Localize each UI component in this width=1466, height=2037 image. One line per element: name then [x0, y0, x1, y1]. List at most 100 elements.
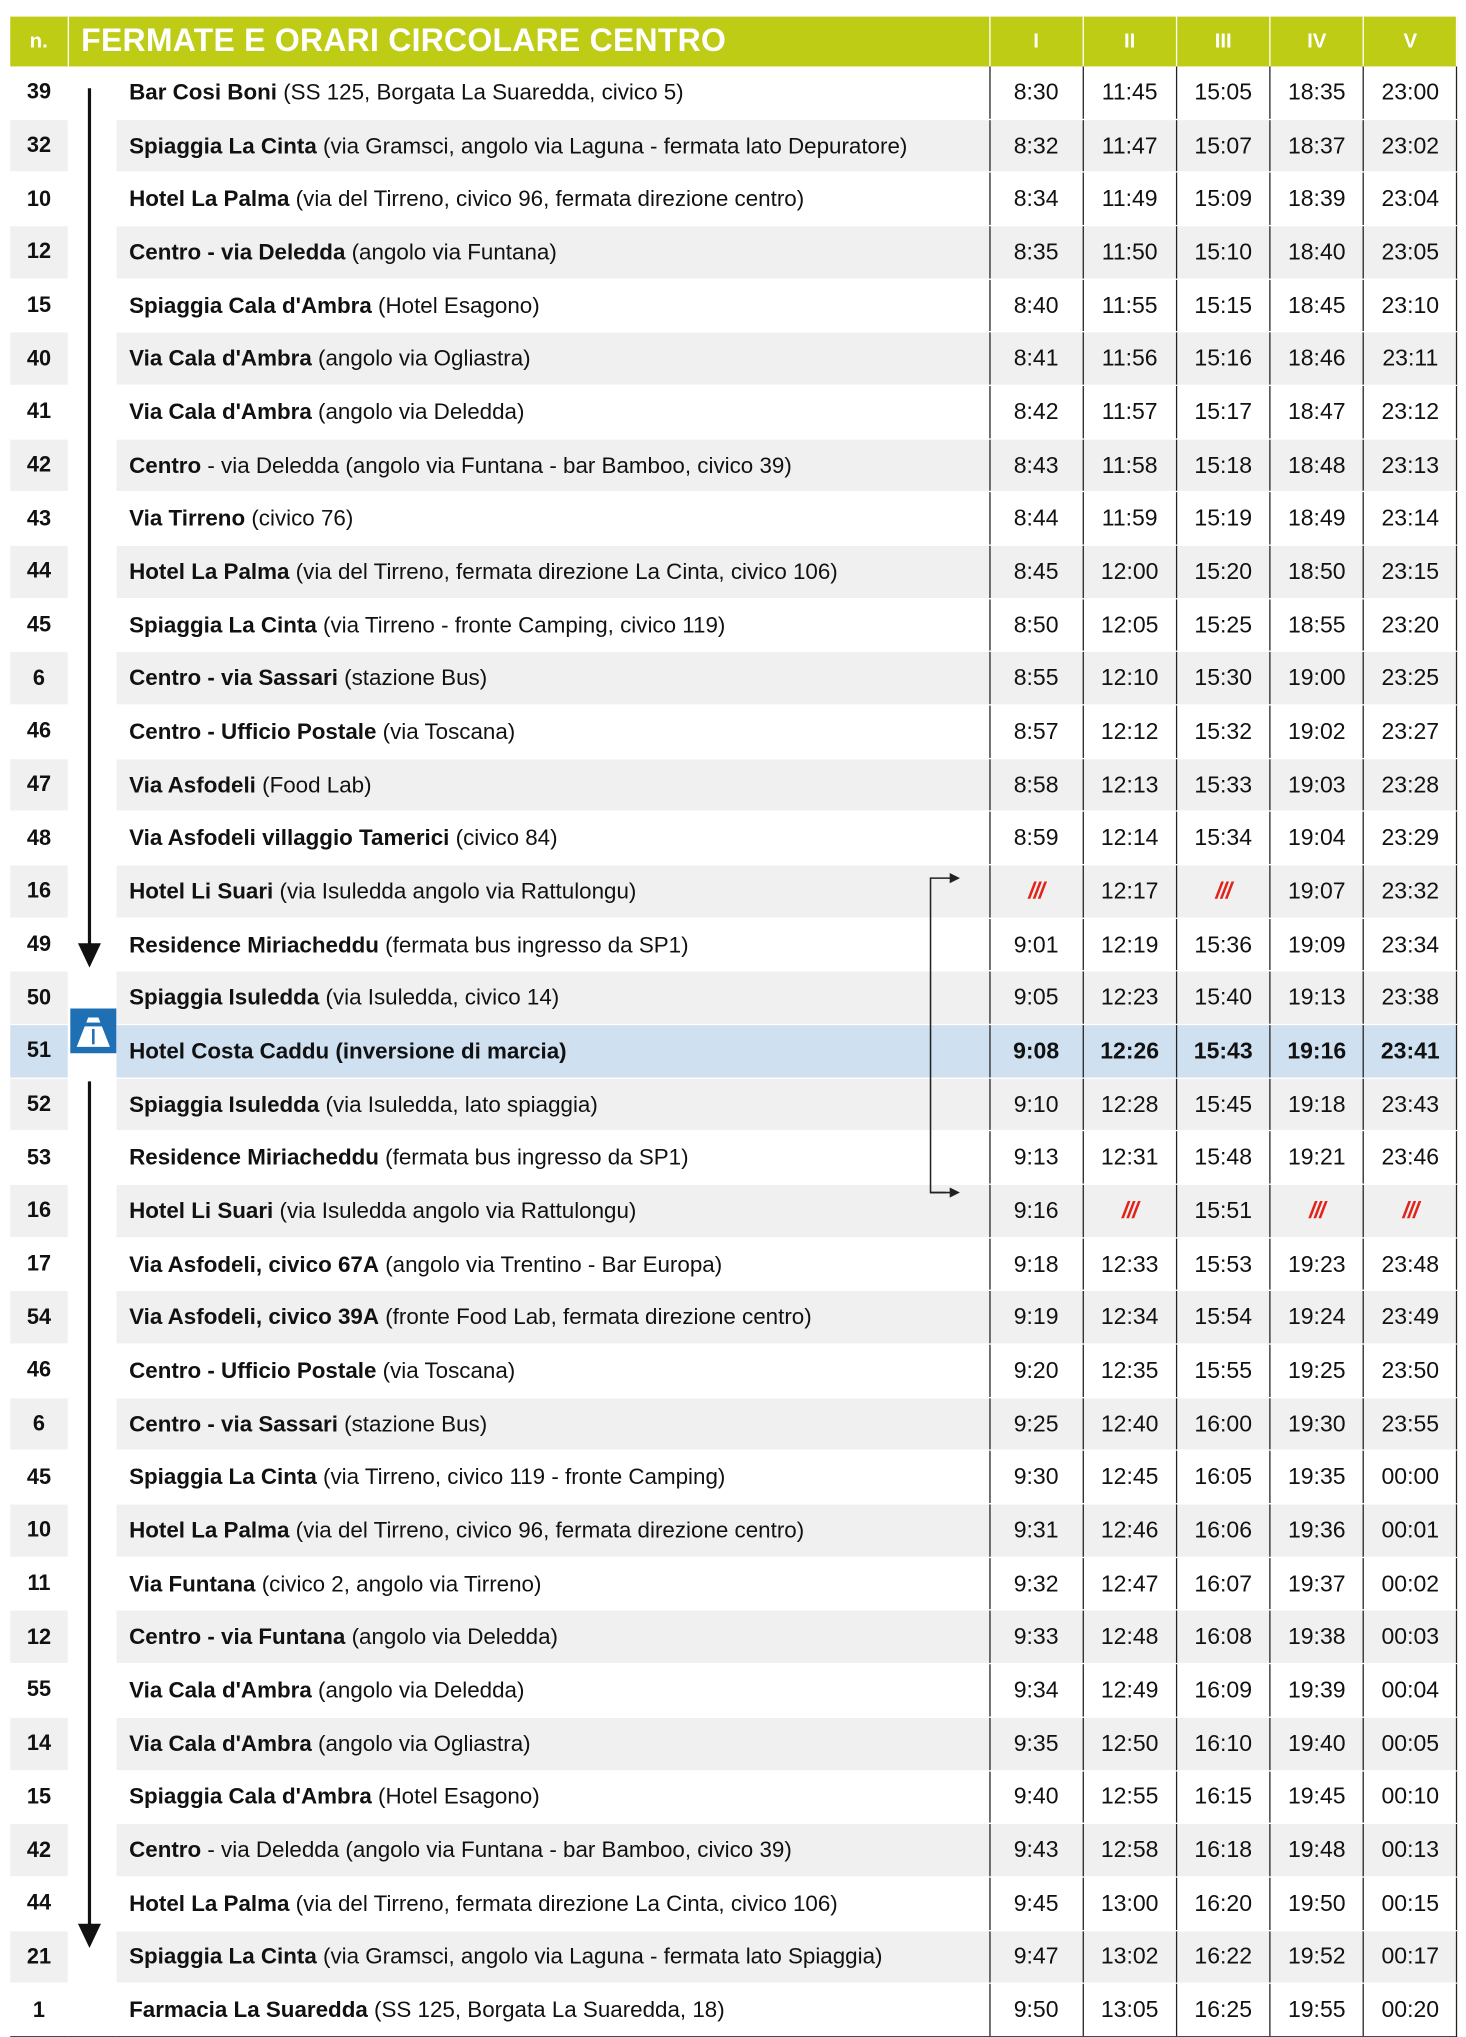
- table-row: 15 Spiaggia Cala d'Ambra (Hotel Esagono) 9…: [10, 1770, 1458, 1825]
- stop-number: 52: [10, 1077, 68, 1132]
- skipped-time: ///: [1269, 1184, 1364, 1239]
- departure-time: 15:20: [1175, 545, 1270, 600]
- departure-time: 15:55: [1175, 1344, 1270, 1399]
- table-row: 50 Spiaggia Isuledda (via Isuledda, civic…: [10, 971, 1458, 1026]
- header-run-3: III: [1176, 16, 1271, 67]
- stop-detail: (angolo via Deledda): [311, 1676, 525, 1703]
- stop-detail: (angolo via Deledda): [345, 1623, 558, 1650]
- stop-number: 16: [10, 1184, 68, 1239]
- stop-name: Hotel Li Suari: [129, 878, 274, 904]
- header-run-5: V: [1363, 16, 1458, 67]
- departure-time: 15:43: [1175, 1024, 1270, 1079]
- stop-name: Hotel La Palma: [129, 558, 290, 584]
- departure-time: 15:10: [1175, 225, 1270, 280]
- departure-time: 15:48: [1175, 1131, 1270, 1186]
- stop-name-cell: Bar Cosi Boni (SS 125, Borgata La Suared…: [116, 66, 990, 120]
- departure-time: 9:19: [988, 1290, 1083, 1345]
- stop-name-cell: Hotel La Palma (via del Tirreno, fermata…: [116, 545, 990, 600]
- stop-name: Hotel Costa Caddu (inversione di marcia): [129, 1037, 567, 1064]
- timetable-body: 39 Bar Cosi Boni (SS 125, Borgata La Suar…: [10, 66, 1458, 2037]
- departure-time: 13:05: [1082, 1983, 1177, 2037]
- stop-number: 48: [10, 811, 68, 866]
- departure-time: 8:32: [988, 119, 1083, 173]
- stop-detail: (via del Tirreno, fermata direzione La C…: [289, 1890, 838, 1916]
- departure-time: 19:24: [1269, 1290, 1364, 1345]
- stop-number: 44: [10, 1876, 68, 1931]
- departure-time: 00:04: [1362, 1663, 1458, 1718]
- header-stop-number: n.: [10, 16, 69, 67]
- departure-time: 23:49: [1362, 1290, 1458, 1345]
- departure-time: 9:31: [988, 1503, 1083, 1558]
- stop-name-cell: Centro - via Sassari (stazione Bus): [116, 1397, 990, 1452]
- route-indicator-cell: [67, 1610, 117, 1665]
- departure-time: 19:50: [1269, 1876, 1364, 1931]
- table-row: 10 Hotel La Palma (via del Tirreno, civic…: [10, 1503, 1458, 1558]
- stop-name: Hotel La Palma: [129, 185, 290, 212]
- stop-name: Spiaggia Isuledda: [129, 984, 320, 1011]
- table-row: 43 Via Tirreno (civico 76) 8:44 11:59 15:19 1…: [10, 491, 1458, 546]
- departure-time: 12:47: [1082, 1557, 1177, 1612]
- departure-time: 00:01: [1362, 1503, 1458, 1558]
- stop-number: 15: [10, 278, 68, 333]
- stop-detail: (via Gramsci, angolo via Laguna - fermat…: [316, 132, 908, 158]
- stop-name: Centro - via Deledda: [129, 238, 346, 265]
- stop-name: Spiaggia Cala d'Ambra: [129, 292, 372, 318]
- stop-name-cell: Hotel Costa Caddu (inversione di marcia): [116, 1024, 990, 1079]
- stop-name-cell: Via Tirreno (civico 76): [116, 491, 990, 546]
- departure-time: 19:00: [1269, 651, 1364, 706]
- stop-detail: (civico 84): [449, 824, 558, 851]
- table-row: 46 Centro - Ufficio Postale (via Toscana)…: [10, 1344, 1458, 1399]
- table-row: 47 Via Asfodeli (Food Lab) 8:58 12:13 15:33 1…: [10, 758, 1458, 813]
- table-row: 45 Spiaggia La Cinta (via Tirreno - front…: [10, 598, 1458, 653]
- stop-detail: (fermata bus ingresso da SP1): [378, 1144, 689, 1170]
- departure-time: 23:25: [1362, 651, 1458, 706]
- stop-number: 15: [10, 1770, 68, 1825]
- stop-name-cell: Spiaggia Cala d'Ambra (Hotel Esagono): [116, 278, 990, 333]
- stop-name-cell: Via Cala d'Ambra (angolo via Deledda): [116, 1663, 990, 1718]
- table-row: 14 Via Cala d'Ambra (angolo via Ogliastra…: [10, 1717, 1458, 1771]
- departure-time: 15:34: [1175, 811, 1270, 866]
- departure-time: 11:59: [1082, 491, 1177, 546]
- departure-time: 12:17: [1082, 864, 1177, 919]
- departure-time: 00:13: [1362, 1823, 1458, 1878]
- skipped-time: ///: [1082, 1184, 1177, 1239]
- departure-time: 16:00: [1175, 1397, 1270, 1452]
- departure-time: 23:14: [1362, 491, 1458, 546]
- departure-time: 18:47: [1269, 385, 1364, 440]
- departure-time: 12:45: [1082, 1450, 1177, 1505]
- table-row: 11 Via Funtana (civico 2, angolo via Tirr…: [10, 1557, 1458, 1612]
- departure-time: 12:58: [1082, 1823, 1177, 1878]
- stop-detail: (angolo via Funtana): [345, 238, 557, 265]
- table-row: 6 Centro - via Sassari (stazione Bus) 8:55…: [10, 651, 1458, 706]
- table-row: 16 Hotel Li Suari (via Isuledda angolo vi…: [10, 864, 1458, 919]
- departure-time: 11:58: [1082, 438, 1177, 493]
- table-row: 15 Spiaggia Cala d'Ambra (Hotel Esagono) 8…: [10, 278, 1458, 333]
- departure-time: 19:38: [1269, 1610, 1364, 1665]
- route-indicator-cell: [67, 1450, 117, 1505]
- departure-time: 19:35: [1269, 1450, 1364, 1505]
- departure-time: 19:25: [1269, 1344, 1364, 1399]
- departure-time: 15:19: [1175, 491, 1270, 546]
- stop-name: Spiaggia Cala d'Ambra: [129, 1783, 372, 1810]
- departure-time: 00:10: [1362, 1770, 1458, 1825]
- stop-detail: (Hotel Esagono): [371, 292, 540, 318]
- departure-time: 19:45: [1269, 1770, 1364, 1825]
- header-run-4: IV: [1269, 16, 1365, 67]
- stop-name-cell: Spiaggia La Cinta (via Tirreno - fronte …: [116, 598, 990, 653]
- stop-name-cell: Centro - via Deledda (angolo via Funtana…: [116, 1823, 990, 1878]
- departure-time: 00:17: [1362, 1930, 1458, 1985]
- departure-time: 9:40: [988, 1770, 1083, 1825]
- departure-time: 00:05: [1362, 1717, 1458, 1771]
- departure-time: 12:14: [1082, 811, 1177, 866]
- stop-name: Farmacia La Suaredda: [129, 1996, 368, 2023]
- skipped-time: ///: [1175, 864, 1270, 919]
- departure-time: 8:40: [988, 278, 1083, 333]
- road-icon: [70, 1008, 117, 1054]
- stop-name: Via Cala d'Ambra: [129, 398, 312, 425]
- departure-time: 23:13: [1362, 438, 1458, 493]
- timetable: n. FERMATE E ORARI CIRCOLARE CENTRO I II…: [10, 16, 1458, 2037]
- stop-detail: (via Tirreno - fronte Camping, civico 11…: [316, 611, 726, 638]
- stop-name: Via Cala d'Ambra: [129, 1676, 312, 1703]
- departure-time: 11:56: [1082, 332, 1177, 387]
- stop-name: Centro - via Sassari: [129, 1410, 338, 1437]
